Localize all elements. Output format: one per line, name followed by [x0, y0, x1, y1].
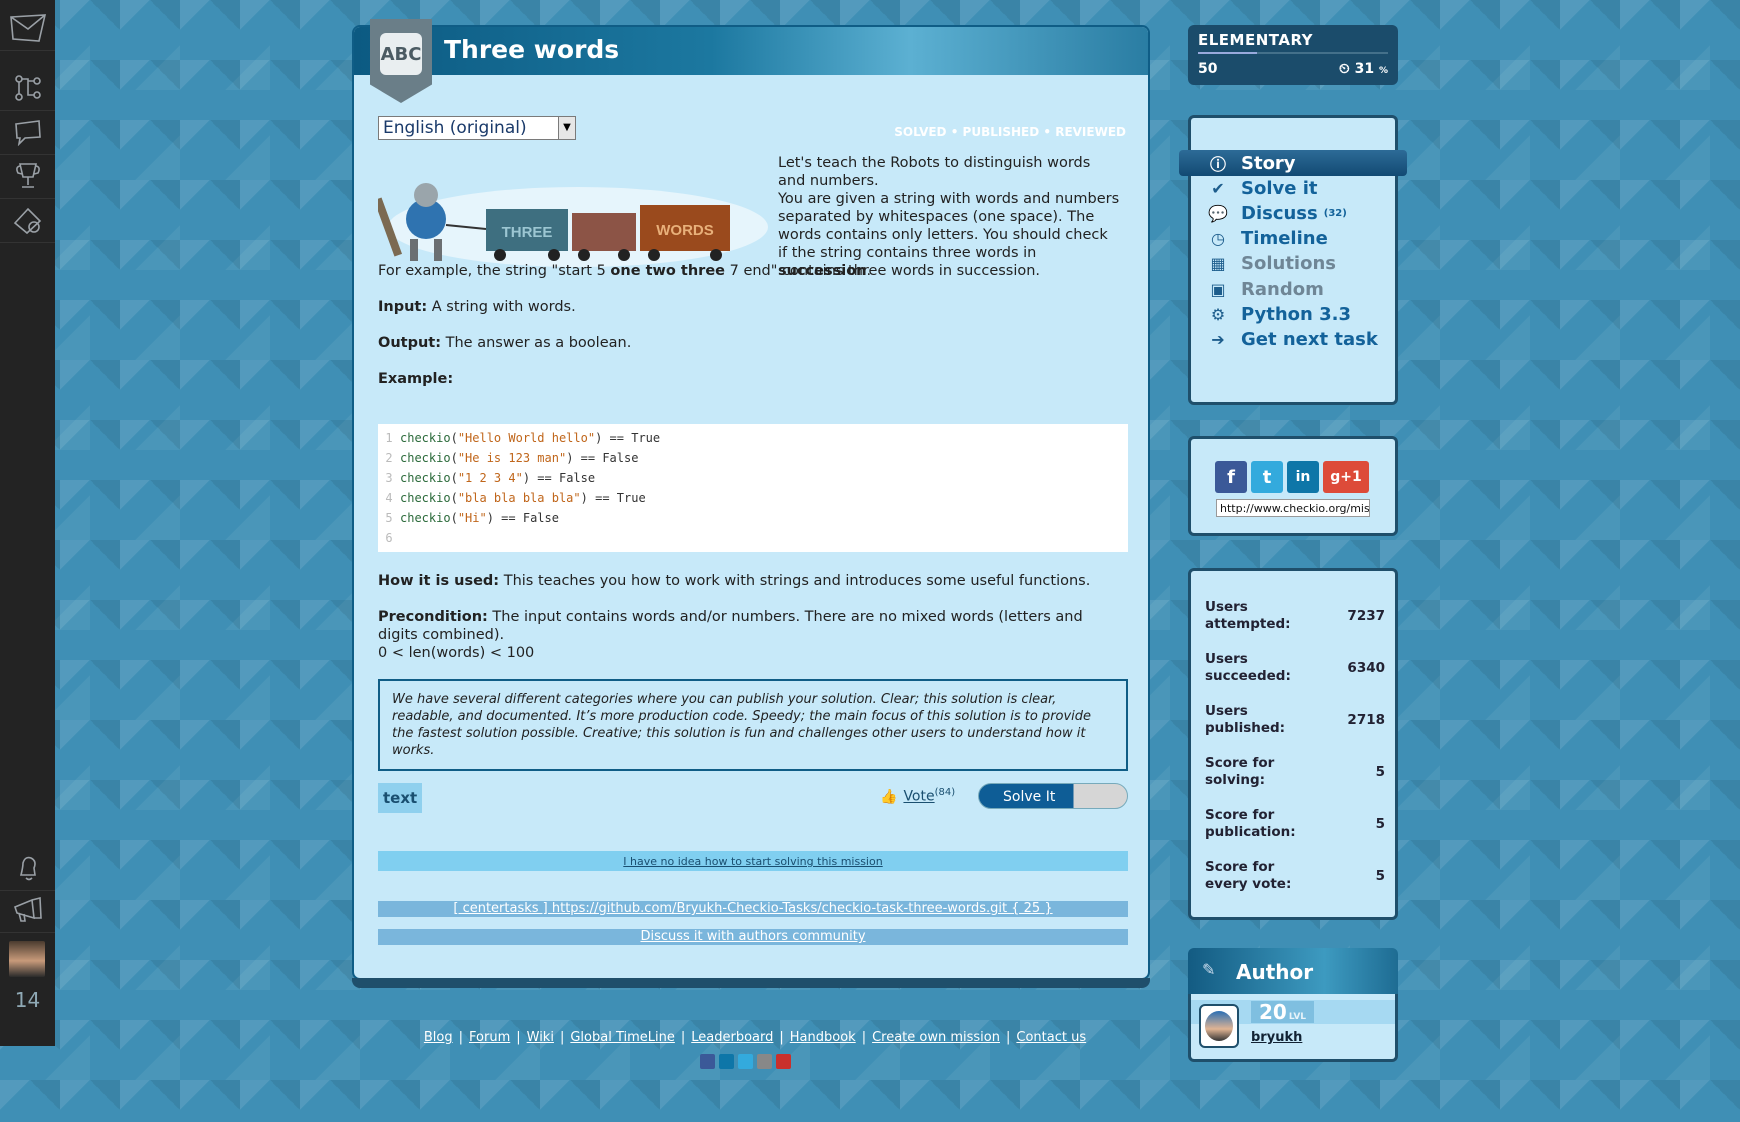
language-select[interactable]: English (original) ▼	[378, 116, 576, 140]
menu-item-get-next-task[interactable]: ➔ Get next task	[1207, 326, 1378, 352]
footer-link[interactable]: Create own mission	[872, 1030, 1000, 1045]
example-sentence: For example, the string "start 5 one two…	[378, 263, 1041, 279]
twitter-share-icon[interactable]: t	[1251, 461, 1283, 493]
info-icon: ⓘ	[1209, 155, 1226, 174]
trophy-icon[interactable]	[0, 154, 55, 199]
level-points: 50	[1198, 61, 1218, 77]
author-avatar[interactable]	[1199, 1004, 1239, 1048]
author-card: 20 LVL bryukh	[1188, 994, 1398, 1062]
gmail-icon[interactable]	[776, 1054, 791, 1069]
input-description: Input: A string with words.	[378, 299, 576, 315]
code-line: 5 checkio("Hi") == False	[385, 511, 559, 525]
mission-status: SOLVED • PUBLISHED • REVIEWED	[894, 125, 1126, 139]
vote-label[interactable]: Vote	[903, 789, 934, 805]
code-line: 3 checkio("1 2 3 4") == False	[385, 471, 596, 485]
user-avatar[interactable]	[9, 941, 45, 977]
google-plus-icon[interactable]: g+1	[1323, 461, 1369, 493]
tree-icon[interactable]	[0, 66, 55, 111]
solutions-icon: ▦	[1210, 254, 1226, 274]
tag-text[interactable]: text	[378, 783, 423, 813]
level-progress-bar	[1198, 52, 1388, 54]
intro-paragraph: Let's teach the Robots to distinguish wo…	[778, 155, 1091, 189]
panel-bottom-border	[352, 978, 1150, 988]
footer-links: Blog | Forum | Wiki | Global TimeLine | Leaderbo…	[423, 1030, 1087, 1045]
bell-icon[interactable]	[0, 846, 55, 891]
author-name[interactable]: bryukh	[1251, 1030, 1302, 1045]
level-name: ELEMENTARY	[1198, 31, 1314, 49]
clock-icon: ◷	[1211, 229, 1225, 249]
footer-link[interactable]: Contact us	[1016, 1030, 1086, 1045]
mission-panel: Three words ABC English (original) ▼ SOL…	[352, 19, 1150, 988]
megaphone-icon[interactable]	[0, 888, 55, 933]
menu-item-story[interactable]: ⓘ Story	[1207, 150, 1296, 176]
chat-bubble-icon[interactable]	[0, 110, 55, 155]
footer-link[interactable]: Blog	[424, 1030, 453, 1045]
precondition: Precondition: The input contains words a…	[378, 609, 1083, 661]
mission-stats: Users attempted: 7237 Users succeeded: 6340…	[1188, 568, 1398, 920]
linkedin-share-icon[interactable]: in	[1287, 461, 1319, 493]
facebook-share-icon[interactable]: f	[1215, 461, 1247, 493]
share-icon[interactable]	[757, 1054, 772, 1069]
facebook-icon[interactable]	[700, 1054, 715, 1069]
code-example: 1 checkio("Hello World hello") == True 2 ch…	[378, 424, 1128, 552]
code-line: 1 checkio("Hello World hello") == True	[385, 431, 661, 445]
thumbs-up-icon: 👍	[880, 788, 898, 805]
footer-link[interactable]: Forum	[469, 1030, 510, 1045]
abc-badge-icon: ABC	[370, 19, 432, 103]
chevron-down-icon[interactable]: ▼	[558, 117, 575, 139]
menu-item-solutions[interactable]: ▦ Solutions	[1207, 251, 1336, 277]
output-description: Output: The answer as a boolean.	[378, 335, 632, 351]
check-icon: ✔	[1211, 178, 1225, 198]
level-widget: ELEMENTARY 50 ⏲ 31 %	[1188, 25, 1398, 85]
language-select-value: English (original)	[383, 118, 527, 138]
code-line: 6	[385, 531, 393, 545]
author-header: ✎ Author	[1188, 948, 1398, 994]
vote-count: (84)	[934, 787, 956, 798]
publishing-categories-note: We have several different categories whe…	[378, 679, 1128, 771]
github-source-link[interactable]: [ centertasks ] https://github.com/Bryuk…	[378, 901, 1128, 917]
twitter-icon[interactable]	[738, 1054, 753, 1069]
discuss-icon: 💬	[1208, 203, 1228, 223]
how-it-is-used: How it is used: This teaches you how to …	[378, 573, 1091, 589]
notification-count: 14	[14, 988, 41, 1012]
linkedin-icon[interactable]	[719, 1054, 734, 1069]
solve-it-button[interactable]: Solve It	[978, 783, 1128, 809]
discuss-community-link[interactable]: Discuss it with authors community	[378, 929, 1128, 945]
train-car-label-three: THREE	[502, 224, 553, 241]
footer-social-icons	[700, 1054, 791, 1069]
code-line: 4 checkio("bla bla bla bla") == True	[385, 491, 646, 505]
footer-link[interactable]: Global TimeLine	[570, 1030, 675, 1045]
arrow-right-icon: ➔	[1211, 329, 1225, 349]
vote-button[interactable]: 👍 Vote(84)	[880, 787, 955, 805]
settings-icon[interactable]	[0, 198, 55, 243]
author-level: 20 LVL	[1251, 1001, 1315, 1023]
cube-icon: ▣	[1210, 279, 1226, 299]
author-title: Author	[1236, 960, 1314, 984]
page-title: Three words	[444, 35, 620, 64]
menu-item-python-3-3[interactable]: ⚙ Python 3.3	[1207, 301, 1351, 327]
mission-header: Three words	[354, 27, 1148, 75]
no-idea-link[interactable]: I have no idea how to start solving this…	[378, 851, 1128, 871]
left-sidebar: 14	[0, 0, 55, 1046]
menu-item-solve-it[interactable]: ✔ Solve it	[1207, 175, 1317, 201]
envelope-icon[interactable]	[0, 6, 55, 51]
gauge-icon: ⏲	[1338, 61, 1350, 77]
footer-link[interactable]: Leaderboard	[691, 1030, 773, 1045]
train-car-label-words: WORDS	[656, 222, 714, 239]
menu-item-timeline[interactable]: ◷ Timeline	[1207, 226, 1328, 252]
code-line: 2 checkio("He is 123 man") == False	[385, 451, 639, 465]
footer-link[interactable]: Wiki	[527, 1030, 554, 1045]
pencil-icon: ✎	[1202, 960, 1216, 979]
menu-item-discuss[interactable]: 💬 Discuss (32)	[1207, 200, 1347, 226]
python-icon: ⚙	[1210, 304, 1226, 324]
mission-menu: ⓘ Story ✔ Solve it 💬 Discuss (32) ◷ Timeline ▦ Sol…	[1179, 115, 1407, 405]
example-heading: Example:	[378, 371, 454, 387]
share-url-field[interactable]: http://www.checkio.org/mis	[1216, 499, 1370, 517]
robot-train-illustration: THREE WORDS	[378, 183, 768, 267]
menu-item-random[interactable]: ▣ Random	[1207, 276, 1323, 302]
footer-link[interactable]: Handbook	[790, 1030, 856, 1045]
level-percent: ⏲ 31 %	[1338, 61, 1388, 77]
share-widget: f t in g+1 http://www.checkio.org/mis	[1188, 436, 1398, 536]
